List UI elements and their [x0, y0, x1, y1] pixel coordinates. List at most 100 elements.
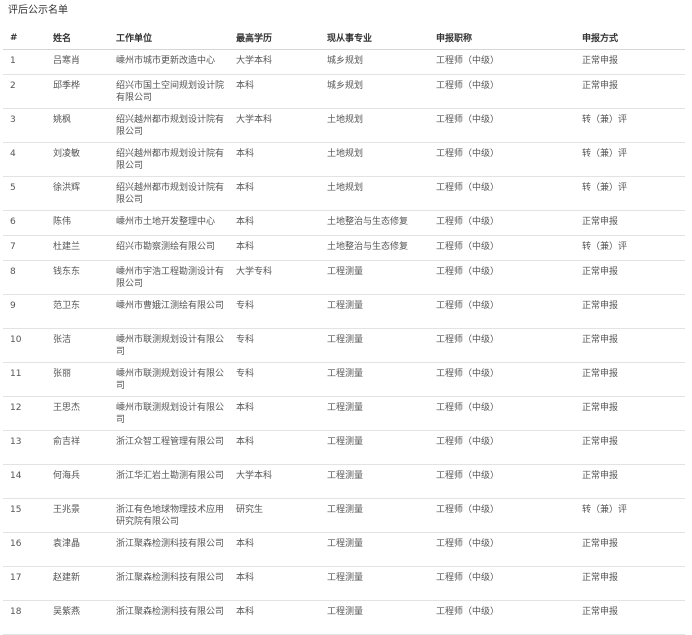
cell-education: 本科: [229, 142, 320, 177]
table-row: 1 吕寒肖 嵊州市城市更新改造中心 大学本科 城乡规划 工程师（中级） 正常申报: [3, 49, 685, 75]
cell-method: 正常申报: [575, 396, 685, 431]
cell-name: 范卫东: [46, 294, 109, 329]
table-row: 3 姚枫 绍兴越州都市规划设计院有限公司 大学本科 土地规划 工程师（中级） 转…: [3, 108, 685, 143]
cell-specialty: 工程测量: [320, 260, 429, 295]
cell-specialty: 工程测量: [320, 362, 429, 397]
cell-specialty: 城乡规划: [320, 49, 429, 75]
cell-employer: 绍兴越州都市规划设计院有限公司: [109, 176, 229, 211]
cell-index: 1: [3, 49, 46, 75]
cell-name: 陈伟: [46, 210, 109, 236]
cell-education: 专科: [229, 294, 320, 329]
cell-index: 4: [3, 142, 46, 177]
cell-specialty: 工程测量: [320, 328, 429, 363]
cell-education: 大学专科: [229, 260, 320, 295]
cell-education: 大学本科: [229, 108, 320, 143]
column-header-title: 申报职称: [429, 26, 575, 50]
cell-education: 专科: [229, 328, 320, 363]
cell-method: 正常申报: [575, 362, 685, 397]
cell-education: 本科: [229, 532, 320, 567]
cell-employer: 嵊州市曹娥江测绘有限公司: [109, 294, 229, 329]
cell-index: 12: [3, 396, 46, 431]
cell-index: 11: [3, 362, 46, 397]
cell-title: 工程师（中级）: [429, 260, 575, 295]
cell-method: 转（兼）评: [575, 142, 685, 177]
cell-name: 袁津晶: [46, 532, 109, 567]
cell-name: 张丽: [46, 362, 109, 397]
page-title: 评后公示名单: [8, 5, 68, 16]
cell-education: 本科: [229, 74, 320, 109]
table-row: 17 赵建新 浙江聚森检测科技有限公司 本科 工程测量 工程师（中级） 正常申报: [3, 566, 685, 601]
cell-method: 转（兼）评: [575, 498, 685, 533]
cell-title: 工程师（中级）: [429, 74, 575, 109]
cell-title: 工程师（中级）: [429, 396, 575, 431]
cell-method: 正常申报: [575, 210, 685, 236]
cell-specialty: 工程测量: [320, 464, 429, 499]
table-row: 6 陈伟 嵊州市土地开发整理中心 本科 土地整治与生态修复 工程师（中级） 正常…: [3, 210, 685, 236]
cell-title: 工程师（中级）: [429, 532, 575, 567]
cell-method: 正常申报: [575, 532, 685, 567]
cell-index: 6: [3, 210, 46, 236]
table-row: 2 邱季桦 绍兴市国土空间规划设计院有限公司 本科 城乡规划 工程师（中级） 正…: [3, 74, 685, 109]
cell-employer: 绍兴市勘察测绘有限公司: [109, 235, 229, 261]
cell-specialty: 工程测量: [320, 396, 429, 431]
cell-employer: 浙江华汇岩土勘测有限公司: [109, 464, 229, 499]
column-header-education: 最高学历: [229, 26, 320, 50]
cell-name: 赵建新: [46, 566, 109, 601]
cell-specialty: 土地整治与生态修复: [320, 235, 429, 261]
cell-specialty: 城乡规划: [320, 74, 429, 109]
cell-employer: 浙江有色地球物理技术应用研究院有限公司: [109, 498, 229, 533]
cell-employer: 嵊州市联测规划设计有限公司: [109, 328, 229, 363]
cell-name: 何海兵: [46, 464, 109, 499]
table-row: 12 王思杰 嵊州市联测规划设计有限公司 本科 工程测量 工程师（中级） 正常申…: [3, 396, 685, 431]
cell-method: 转（兼）评: [575, 176, 685, 211]
table-row: 7 杜建兰 绍兴市勘察测绘有限公司 本科 土地整治与生态修复 工程师（中级） 转…: [3, 235, 685, 261]
cell-name: 姚枫: [46, 108, 109, 143]
cell-education: 研究生: [229, 498, 320, 533]
cell-education: 大学本科: [229, 464, 320, 499]
cell-employer: 嵊州市土地开发整理中心: [109, 210, 229, 236]
cell-index: 13: [3, 430, 46, 465]
cell-employer: 浙江聚森检测科技有限公司: [109, 566, 229, 601]
cell-specialty: 工程测量: [320, 498, 429, 533]
cell-method: 正常申报: [575, 566, 685, 601]
cell-method: 转（兼）评: [575, 235, 685, 261]
cell-specialty: 土地规划: [320, 176, 429, 211]
table-header-row: # 姓名 工作单位 最高学历 现从事专业 申报职称 申报方式: [3, 26, 685, 50]
cell-index: 7: [3, 235, 46, 261]
cell-index: 3: [3, 108, 46, 143]
cell-specialty: 工程测量: [320, 430, 429, 465]
cell-employer: 嵊州市联测规划设计有限公司: [109, 362, 229, 397]
column-header-name: 姓名: [46, 26, 109, 50]
cell-method: 正常申报: [575, 430, 685, 465]
cell-index: 16: [3, 532, 46, 567]
cell-specialty: 土地整治与生态修复: [320, 210, 429, 236]
cell-index: 17: [3, 566, 46, 601]
column-header-employer: 工作单位: [109, 26, 229, 50]
cell-employer: 嵊州市联测规划设计有限公司: [109, 396, 229, 431]
table-row: 10 张洁 嵊州市联测规划设计有限公司 专科 工程测量 工程师（中级） 正常申报: [3, 328, 685, 363]
cell-title: 工程师（中级）: [429, 142, 575, 177]
cell-education: 专科: [229, 362, 320, 397]
cell-title: 工程师（中级）: [429, 210, 575, 236]
table-row: 11 张丽 嵊州市联测规划设计有限公司 专科 工程测量 工程师（中级） 正常申报: [3, 362, 685, 397]
cell-title: 工程师（中级）: [429, 464, 575, 499]
cell-title: 工程师（中级）: [429, 498, 575, 533]
table-row: 9 范卫东 嵊州市曹娥江测绘有限公司 专科 工程测量 工程师（中级） 正常申报: [3, 294, 685, 329]
cell-method: 正常申报: [575, 49, 685, 75]
roster-table: # 姓名 工作单位 最高学历 现从事专业 申报职称 申报方式 1 吕寒肖 嵊州市…: [3, 26, 685, 635]
cell-education: 本科: [229, 235, 320, 261]
cell-education: 大学本科: [229, 49, 320, 75]
cell-employer: 浙江众智工程管理有限公司: [109, 430, 229, 465]
cell-title: 工程师（中级）: [429, 430, 575, 465]
cell-index: 2: [3, 74, 46, 109]
cell-method: 正常申报: [575, 74, 685, 109]
cell-method: 正常申报: [575, 464, 685, 499]
cell-method: 正常申报: [575, 260, 685, 295]
cell-title: 工程师（中级）: [429, 566, 575, 601]
cell-index: 14: [3, 464, 46, 499]
cell-employer: 浙江聚森检测科技有限公司: [109, 532, 229, 567]
cell-employer: 嵊州市宇浩工程勘测设计有限公司: [109, 260, 229, 295]
cell-title: 工程师（中级）: [429, 294, 575, 329]
cell-education: 本科: [229, 430, 320, 465]
cell-education: 本科: [229, 566, 320, 601]
